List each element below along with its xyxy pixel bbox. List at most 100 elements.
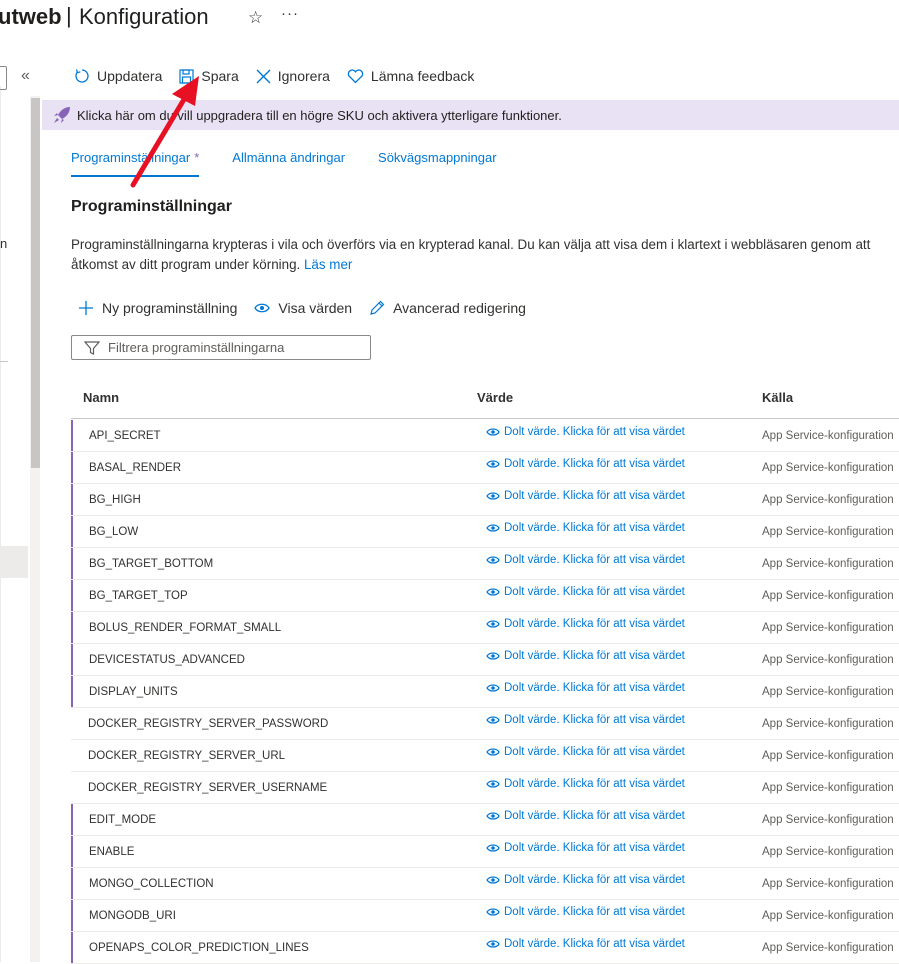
description-line-1: Programinställningarna krypteras i vila … <box>71 237 871 252</box>
left-search-input[interactable] <box>0 66 7 90</box>
hidden-value-link[interactable]: Dolt värde. Klicka för att visa värdet <box>486 650 685 662</box>
setting-source: App Service-konfiguration <box>762 846 894 858</box>
setting-name[interactable]: DOCKER_REGISTRY_SERVER_PASSWORD <box>88 718 328 730</box>
column-header-value[interactable]: Värde <box>477 390 513 405</box>
hidden-value-link[interactable]: Dolt värde. Klicka för att visa värdet <box>486 586 685 598</box>
eye-icon <box>486 940 500 948</box>
setting-name[interactable]: BOLUS_RENDER_FORMAT_SMALL <box>89 622 281 634</box>
table-row[interactable]: BG_TARGET_TOP Dolt värde. Klicka för att … <box>71 580 899 612</box>
table-row[interactable]: DOCKER_REGISTRY_SERVER_USERNAME Dolt värd… <box>71 772 899 804</box>
setting-name[interactable]: MONGODB_URI <box>89 910 176 922</box>
table-row[interactable]: MONGODB_URI Dolt värde. Klicka för att vi… <box>71 900 899 932</box>
setting-name[interactable]: DOCKER_REGISTRY_SERVER_URL <box>88 750 285 762</box>
tab-application-settings[interactable]: Programinställningar * <box>71 150 200 177</box>
table-header: Namn Värde Källa <box>71 380 899 419</box>
hidden-value-text: Dolt värde. Klicka för att visa värdet <box>504 842 685 854</box>
pencil-icon <box>370 300 385 315</box>
upgrade-banner[interactable]: Klicka här om du vill uppgradera till en… <box>42 100 899 130</box>
upgrade-banner-text[interactable]: Klicka här om du vill uppgradera till en… <box>77 108 562 123</box>
eye-icon <box>486 460 500 468</box>
hidden-value-link[interactable]: Dolt värde. Klicka för att visa värdet <box>486 906 685 918</box>
hidden-value-link[interactable]: Dolt värde. Klicka för att visa värdet <box>486 842 685 854</box>
command-bar: Uppdatera Spara Ignorera Lämna feedback <box>74 68 491 84</box>
hidden-value-link[interactable]: Dolt värde. Klicka för att visa värdet <box>486 874 685 886</box>
hidden-value-link[interactable]: Dolt värde. Klicka för att visa värdet <box>486 778 685 790</box>
setting-name[interactable]: BG_HIGH <box>89 494 141 506</box>
section-title: Programinställningar <box>71 198 232 215</box>
learn-more-link[interactable]: Läs mer <box>304 257 352 272</box>
table-row[interactable]: BG_LOW Dolt värde. Klicka för att visa vä… <box>71 516 899 548</box>
ellipsis-icon[interactable]: ··· <box>281 5 299 22</box>
table-row[interactable]: ENABLE Dolt värde. Klicka för att visa vä… <box>71 836 899 868</box>
star-icon[interactable]: ☆ <box>248 8 263 28</box>
setting-name[interactable]: MONGO_COLLECTION <box>89 878 214 890</box>
hidden-value-text: Dolt värde. Klicka för att visa värdet <box>504 426 685 438</box>
tab-general-settings[interactable]: Allmänna ändringar <box>232 150 345 177</box>
feedback-button[interactable]: Lämna feedback <box>347 68 474 84</box>
column-header-name[interactable]: Namn <box>83 390 119 405</box>
table-row[interactable]: DOCKER_REGISTRY_SERVER_PASSWORD Dolt värd… <box>71 708 899 740</box>
setting-name[interactable]: DISPLAY_UNITS <box>89 686 178 698</box>
show-values-button[interactable]: Visa värden <box>254 300 352 316</box>
table-row[interactable]: BASAL_RENDER Dolt värde. Klicka för att v… <box>71 452 899 484</box>
setting-name[interactable]: BG_TARGET_BOTTOM <box>89 558 213 570</box>
left-nav-selected-item[interactable] <box>0 546 28 578</box>
setting-name[interactable]: BG_TARGET_TOP <box>89 590 188 602</box>
eye-icon <box>486 620 500 628</box>
hidden-value-link[interactable]: Dolt värde. Klicka för att visa värdet <box>486 714 685 726</box>
save-button[interactable]: Spara <box>179 68 239 84</box>
table-row[interactable]: BOLUS_RENDER_FORMAT_SMALL Dolt värde. Kli… <box>71 612 899 644</box>
table-row[interactable]: MONGO_COLLECTION Dolt värde. Klicka för a… <box>71 868 899 900</box>
hidden-value-text: Dolt värde. Klicka för att visa värdet <box>504 490 685 502</box>
table-row[interactable]: OPENAPS_COLOR_PREDICTION_LINES Dolt värde… <box>71 932 899 964</box>
hidden-value-link[interactable]: Dolt värde. Klicka för att visa värdet <box>486 618 685 630</box>
table-row[interactable]: DISPLAY_UNITS Dolt värde. Klicka för att … <box>71 676 899 708</box>
setting-name[interactable]: BG_LOW <box>89 526 138 538</box>
table-row[interactable]: DOCKER_REGISTRY_SERVER_URL Dolt värde. Kl… <box>71 740 899 772</box>
hidden-value-link[interactable]: Dolt värde. Klicka för att visa värdet <box>486 490 685 502</box>
refresh-button[interactable]: Uppdatera <box>74 68 162 84</box>
hidden-value-link[interactable]: Dolt värde. Klicka för att visa värdet <box>486 938 685 950</box>
collapse-icon[interactable]: « <box>21 67 30 85</box>
filter-input[interactable] <box>108 340 358 355</box>
hidden-value-link[interactable]: Dolt värde. Klicka för att visa värdet <box>486 554 685 566</box>
hidden-value-link[interactable]: Dolt värde. Klicka för att visa värdet <box>486 810 685 822</box>
filter-box[interactable] <box>71 335 371 360</box>
settings-table: API_SECRET Dolt värde. Klicka för att vis… <box>71 420 899 964</box>
column-header-source[interactable]: Källa <box>762 390 793 405</box>
advanced-edit-button[interactable]: Avancerad redigering <box>369 300 526 316</box>
eye-icon <box>486 812 500 820</box>
description-line-2: åtkomst av ditt program under körning. <box>71 257 301 272</box>
discard-button[interactable]: Ignorera <box>256 68 330 84</box>
table-row[interactable]: BG_HIGH Dolt värde. Klicka för att visa v… <box>71 484 899 516</box>
hidden-value-link[interactable]: Dolt värde. Klicka för att visa värdet <box>486 458 685 470</box>
hidden-value-link[interactable]: Dolt värde. Klicka för att visa värdet <box>486 682 685 694</box>
hidden-value-text: Dolt värde. Klicka för att visa värdet <box>504 938 685 950</box>
discard-label: Ignorera <box>277 68 330 84</box>
setting-source: App Service-konfiguration <box>762 622 894 634</box>
table-row[interactable]: DEVICESTATUS_ADVANCED Dolt värde. Klicka … <box>71 644 899 676</box>
save-label: Spara <box>201 68 239 84</box>
left-scrollbar-thumb[interactable] <box>31 98 40 468</box>
table-row[interactable]: API_SECRET Dolt värde. Klicka för att vis… <box>71 420 899 452</box>
hidden-value-link[interactable]: Dolt värde. Klicka för att visa värdet <box>486 522 685 534</box>
settings-tabs: Programinställningar * Allmänna ändringa… <box>71 150 530 177</box>
hidden-value-link[interactable]: Dolt värde. Klicka för att visa värdet <box>486 426 685 438</box>
new-setting-button[interactable]: Ny programinställning <box>78 300 237 316</box>
save-icon <box>179 68 194 84</box>
setting-name[interactable]: OPENAPS_COLOR_PREDICTION_LINES <box>89 942 309 954</box>
setting-name[interactable]: BASAL_RENDER <box>89 462 181 474</box>
refresh-icon <box>75 69 89 83</box>
hidden-value-link[interactable]: Dolt värde. Klicka för att visa värdet <box>486 746 685 758</box>
eye-icon <box>486 684 500 692</box>
hidden-value-text: Dolt värde. Klicka för att visa värdet <box>504 714 685 726</box>
setting-name[interactable]: ENABLE <box>89 846 134 858</box>
table-row[interactable]: BG_TARGET_BOTTOM Dolt värde. Klicka för a… <box>71 548 899 580</box>
tab-path-mappings[interactable]: Sökvägsmappningar <box>378 150 497 177</box>
setting-source: App Service-konfiguration <box>762 878 894 890</box>
setting-name[interactable]: API_SECRET <box>89 430 161 442</box>
table-row[interactable]: EDIT_MODE Dolt värde. Klicka för att visa… <box>71 804 899 836</box>
setting-name[interactable]: DOCKER_REGISTRY_SERVER_USERNAME <box>88 782 327 794</box>
setting-name[interactable]: DEVICESTATUS_ADVANCED <box>89 654 245 666</box>
setting-name[interactable]: EDIT_MODE <box>89 814 156 826</box>
